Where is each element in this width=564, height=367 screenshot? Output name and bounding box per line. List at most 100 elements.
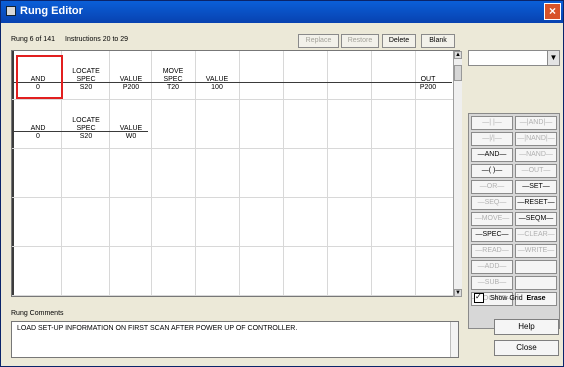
instruction-bot: 0: [36, 84, 40, 91]
grid-cell[interactable]: [62, 149, 110, 198]
grid-cell[interactable]: [12, 198, 62, 247]
palette-button[interactable]: —|/|—: [471, 132, 513, 146]
close-icon[interactable]: ×: [544, 3, 561, 20]
instruction-bot: P200: [419, 84, 437, 91]
grid-cell[interactable]: [284, 149, 328, 198]
grid-cell[interactable]: [12, 247, 62, 296]
palette-button[interactable]: —MOVE—: [471, 212, 513, 226]
window-title: Rung Editor: [20, 5, 83, 17]
instruction-bot: 0: [36, 133, 40, 140]
palette-button[interactable]: —|NAND|—: [515, 132, 557, 146]
grid-cell[interactable]: [240, 247, 284, 296]
grid-cell[interactable]: [372, 149, 416, 198]
instruction-value[interactable]: VALUE P200: [110, 68, 152, 92]
grid-cell[interactable]: [284, 247, 328, 296]
ladder-editor[interactable]: AND 0 LOCATE SPEC S20 VALUE P200 MOVE SP…: [11, 50, 460, 297]
instruction-spec[interactable]: LOCATE SPEC S20: [65, 117, 107, 141]
grid-cell[interactable]: [196, 198, 240, 247]
grid-cell[interactable]: [328, 149, 372, 198]
instruction-value[interactable]: VALUE 100: [196, 68, 238, 92]
grid-cell[interactable]: [328, 51, 372, 100]
instruction-top: [110, 117, 152, 125]
delete-button[interactable]: Delete: [382, 34, 416, 48]
show-grid-checkbox[interactable]: [474, 292, 484, 303]
comment-scrollbar[interactable]: [450, 322, 458, 357]
grid-cell[interactable]: [196, 100, 240, 149]
palette-button[interactable]: —WRITE—: [515, 244, 557, 258]
blank-button[interactable]: Blank: [421, 34, 455, 48]
grid-cell[interactable]: [372, 198, 416, 247]
grid-cell[interactable]: [284, 51, 328, 100]
palette-button[interactable]: —CLEAR—: [515, 228, 557, 242]
instruction-mid: SPEC: [76, 125, 96, 132]
scroll-down-icon[interactable]: ▼: [454, 289, 462, 297]
grid-cell[interactable]: [284, 198, 328, 247]
palette-button[interactable]: —|AND|—: [515, 116, 557, 130]
scroll-up-icon[interactable]: ▲: [454, 51, 462, 59]
grid-cell[interactable]: [152, 198, 196, 247]
palette-button[interactable]: —SUB—: [471, 276, 513, 290]
instruction-and[interactable]: AND 0: [17, 68, 59, 92]
scroll-thumb[interactable]: [454, 65, 462, 81]
grid-cell[interactable]: [328, 100, 372, 149]
restore-button[interactable]: Restore: [341, 34, 379, 48]
chevron-down-icon[interactable]: ▼: [547, 51, 559, 65]
show-grid-option[interactable]: Show Grid: [474, 292, 523, 303]
instruction-mid: VALUE: [119, 125, 143, 132]
grid-cell[interactable]: [240, 149, 284, 198]
grid-cell[interactable]: [110, 149, 152, 198]
palette-button[interactable]: —SPEC—: [471, 228, 513, 242]
instruction-dropdown[interactable]: ▼: [468, 50, 560, 66]
grid-cell[interactable]: [62, 198, 110, 247]
grid-cell[interactable]: [152, 247, 196, 296]
grid-cell[interactable]: [196, 149, 240, 198]
grid-cell[interactable]: [240, 100, 284, 149]
palette-button[interactable]: —( )—: [471, 164, 513, 178]
instruction-bot: W0: [125, 133, 137, 140]
rung-comments-box[interactable]: LOAD SET-UP INFORMATION ON FIRST SCAN AF…: [11, 321, 459, 358]
palette-button[interactable]: [515, 276, 557, 290]
grid-cell[interactable]: [110, 247, 152, 296]
grid-cell[interactable]: [328, 247, 372, 296]
instruction-mid: SPEC: [76, 76, 96, 83]
grid-cell[interactable]: [240, 198, 284, 247]
palette-button[interactable]: —ADD—: [471, 260, 513, 274]
grid-cell[interactable]: [110, 198, 152, 247]
palette-button[interactable]: —NAND—: [515, 148, 557, 162]
close-button[interactable]: Close: [494, 340, 559, 356]
instruction-top: [17, 117, 59, 125]
instruction-and[interactable]: AND 0: [17, 117, 59, 141]
grid-cell[interactable]: [328, 198, 372, 247]
grid-cell[interactable]: [372, 247, 416, 296]
palette-button[interactable]: —| |—: [471, 116, 513, 130]
palette-button[interactable]: —SEQ—: [471, 196, 513, 210]
instruction-bot: P200: [122, 84, 140, 91]
palette-button[interactable]: —RESET—: [515, 196, 557, 210]
palette-button[interactable]: [515, 260, 557, 274]
grid-cell[interactable]: [12, 149, 62, 198]
instruction-out[interactable]: OUT P200: [407, 68, 449, 92]
grid-cell[interactable]: [284, 100, 328, 149]
instruction-top: MOVE: [162, 68, 184, 75]
instruction-mid: AND: [30, 76, 46, 83]
help-button[interactable]: Help: [494, 319, 559, 335]
instruction-mid: AND: [30, 125, 46, 132]
palette-button[interactable]: —SEQM—: [515, 212, 557, 226]
grid-cell[interactable]: [62, 247, 110, 296]
grid-cell[interactable]: [196, 247, 240, 296]
instruction-spec[interactable]: LOCATE SPEC S20: [65, 68, 107, 92]
instruction-value[interactable]: VALUE W0: [110, 117, 152, 141]
palette-button[interactable]: —OUT—: [515, 164, 557, 178]
grid-cell[interactable]: [372, 100, 416, 149]
palette-button[interactable]: —AND—: [471, 148, 513, 162]
grid-cell[interactable]: [240, 51, 284, 100]
replace-button[interactable]: Replace: [298, 34, 339, 48]
window-icon: [6, 6, 16, 16]
editor-scrollbar[interactable]: ▲ ▼: [453, 51, 462, 297]
palette-button[interactable]: —READ—: [471, 244, 513, 258]
palette-button[interactable]: —OR—: [471, 180, 513, 194]
grid-cell[interactable]: [152, 149, 196, 198]
instruction-move-spec[interactable]: MOVE SPEC T20: [152, 68, 194, 92]
grid-cell[interactable]: [152, 100, 196, 149]
palette-button[interactable]: —SET—: [515, 180, 557, 194]
